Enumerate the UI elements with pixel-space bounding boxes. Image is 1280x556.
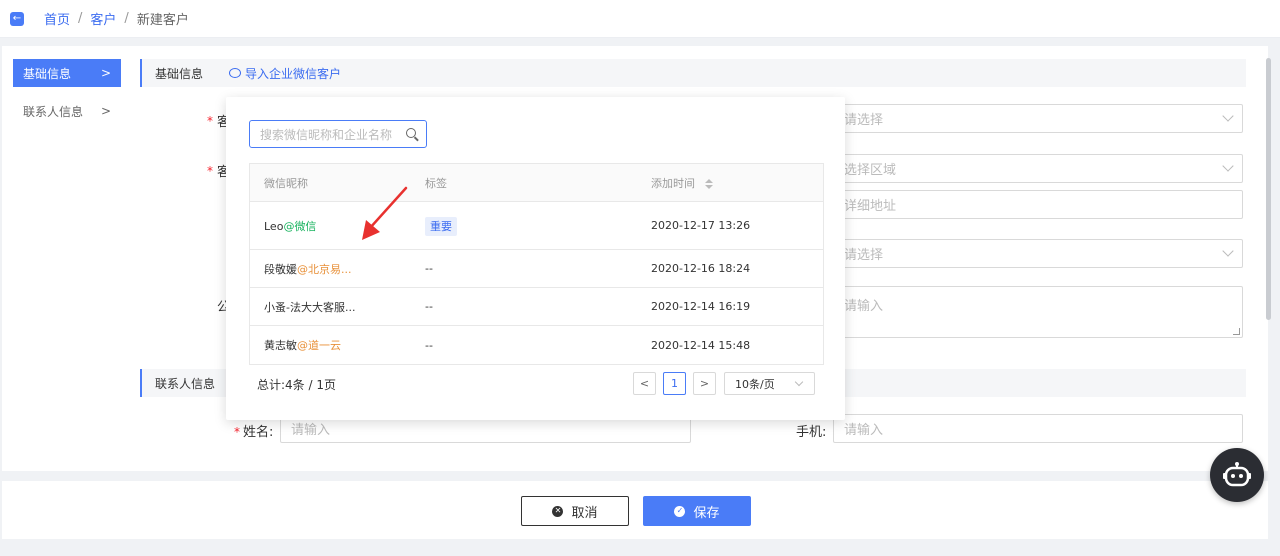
search-placeholder: 搜索微信昵称和企业名称 <box>260 127 393 142</box>
prev-page-button[interactable]: < <box>633 372 656 395</box>
back-arrow-icon[interactable]: ← <box>10 11 24 26</box>
breadcrumb-separator: / <box>78 11 83 26</box>
notes-textarea[interactable]: 请输入 <box>833 286 1243 338</box>
time-cell: 2020-12-14 16:19 <box>651 300 751 313</box>
tag-cell: 重要 <box>425 216 457 236</box>
region-select[interactable]: 选择区域 <box>833 154 1243 183</box>
corp-suffix: @北京易... <box>297 262 352 276</box>
wecom-customer-popup: 搜索微信昵称和企业名称 微信昵称 标签 添加时间 Leo@微信 重要 2020-… <box>226 97 845 420</box>
pager-total: 总计:4条 / 1页 <box>257 378 336 392</box>
corp-suffix: @微信 <box>283 219 317 233</box>
table-row[interactable]: 黄志敏@道一云 -- 2020-12-14 15:48 <box>250 326 823 364</box>
col-nickname: 微信昵称 <box>264 176 308 190</box>
nickname-cell: Leo@微信 <box>264 218 316 234</box>
time-cell: 2020-12-16 18:24 <box>651 262 751 275</box>
sidebar-item-contact-info[interactable]: 联系人信息 > <box>13 97 121 125</box>
save-button[interactable]: ✓ 保存 <box>643 496 751 526</box>
col-added-time[interactable]: 添加时间 <box>651 175 713 191</box>
col-tag: 标签 <box>425 176 447 190</box>
sidebar-item-label: 基础信息 <box>23 66 72 81</box>
chevron-down-icon <box>794 377 804 387</box>
footer-bar <box>2 481 1268 539</box>
tag-chip: 重要 <box>425 216 457 236</box>
tag-cell: -- <box>425 300 433 313</box>
name-placeholder: 请输入 <box>291 423 331 438</box>
customer-table: 微信昵称 标签 添加时间 Leo@微信 重要 2020-12-17 13:26 … <box>249 163 824 365</box>
time-cell: 2020-12-17 13:26 <box>651 219 751 232</box>
save-label: 保存 <box>693 505 720 521</box>
chevron-down-icon <box>1222 245 1234 257</box>
robot-icon <box>1223 462 1251 487</box>
table-header: 微信昵称 标签 添加时间 <box>250 164 823 202</box>
select-placeholder: 请选择 <box>844 248 884 263</box>
next-page-button[interactable]: > <box>693 372 716 395</box>
chevron-right-icon: > <box>100 66 111 80</box>
table-row[interactable]: 小蚤-法大大客服... -- 2020-12-14 16:19 <box>250 288 823 326</box>
chevron-right-icon: > <box>100 104 111 118</box>
page-1-button[interactable]: 1 <box>663 372 686 395</box>
search-icon[interactable] <box>406 128 416 138</box>
resize-grip-icon[interactable] <box>1233 328 1240 335</box>
required-star: * <box>234 425 240 439</box>
import-link-label: 导入企业微信客户 <box>245 66 342 81</box>
chevron-down-icon <box>1222 110 1234 122</box>
top-bar: ← 首页 / 客户 / 新建客户 <box>0 0 1280 38</box>
cancel-label: 取消 <box>571 505 598 521</box>
phone-input[interactable]: 请输入 <box>833 414 1243 443</box>
address-placeholder: 详细地址 <box>844 199 897 214</box>
sort-icon[interactable] <box>704 178 713 189</box>
import-wecom-link[interactable]: 导入企业微信客户 <box>229 65 341 82</box>
sidebar-item-basic-info[interactable]: 基础信息 > <box>13 59 121 87</box>
check-circle-icon: ✓ <box>674 505 686 517</box>
nickname: Leo <box>264 219 284 233</box>
search-input[interactable]: 搜索微信昵称和企业名称 <box>249 120 427 148</box>
robot-assistant-button[interactable] <box>1210 448 1264 502</box>
region-placeholder: 选择区域 <box>844 163 897 178</box>
nickname-cell: 小蚤-法大大客服... <box>264 299 355 315</box>
section-title: 基础信息 <box>155 66 204 81</box>
breadcrumb-home[interactable]: 首页 <box>44 9 70 28</box>
textarea-placeholder: 请输入 <box>844 299 884 314</box>
breadcrumb-customers[interactable]: 客户 <box>90 9 116 28</box>
phone-label: 手机: <box>796 425 827 440</box>
nickname: 段敬媛 <box>264 262 297 276</box>
col-added-time-label: 添加时间 <box>651 176 695 190</box>
tag-cell: -- <box>425 338 433 352</box>
scrollbar[interactable] <box>1266 58 1271 320</box>
phone-placeholder: 请输入 <box>844 423 884 438</box>
cloud-icon <box>229 68 242 78</box>
breadcrumb-current: 新建客户 <box>136 13 189 28</box>
required-star: * <box>207 114 213 128</box>
chevron-down-icon <box>1222 160 1234 172</box>
cancel-button[interactable]: ✕ 取消 <box>521 496 629 526</box>
table-row[interactable]: 段敬媛@北京易... -- 2020-12-16 18:24 <box>250 250 823 288</box>
address-input[interactable]: 详细地址 <box>833 190 1243 219</box>
select-placeholder: 请选择 <box>844 113 884 128</box>
close-circle-icon: ✕ <box>552 505 564 517</box>
time-cell: 2020-12-14 15:48 <box>651 338 751 352</box>
nickname-cell: 段敬媛@北京易... <box>264 261 352 277</box>
page-size-label: 10条/页 <box>735 377 775 391</box>
tag-cell: -- <box>425 262 433 275</box>
sidebar-item-label: 联系人信息 <box>23 104 84 119</box>
corp-suffix: @道一云 <box>297 339 341 352</box>
table-row[interactable]: Leo@微信 重要 2020-12-17 13:26 <box>250 202 823 250</box>
page-size-select[interactable]: 10条/页 <box>724 372 815 395</box>
section-title: 联系人信息 <box>155 376 216 391</box>
annotation-arrow-icon <box>362 186 408 240</box>
breadcrumb-separator: / <box>124 11 129 26</box>
nickname-cell: 黄志敏@道一云 <box>264 337 341 353</box>
nickname: 小蚤-法大大客服... <box>264 300 356 314</box>
name-label: 姓名: <box>243 425 274 440</box>
select-field[interactable]: 请选择 <box>833 104 1243 133</box>
required-star: * <box>207 164 213 178</box>
select-field-2[interactable]: 请选择 <box>833 239 1243 268</box>
nickname: 黄志敏 <box>264 339 297 352</box>
section-basic-header: 基础信息 导入企业微信客户 <box>140 59 1246 87</box>
